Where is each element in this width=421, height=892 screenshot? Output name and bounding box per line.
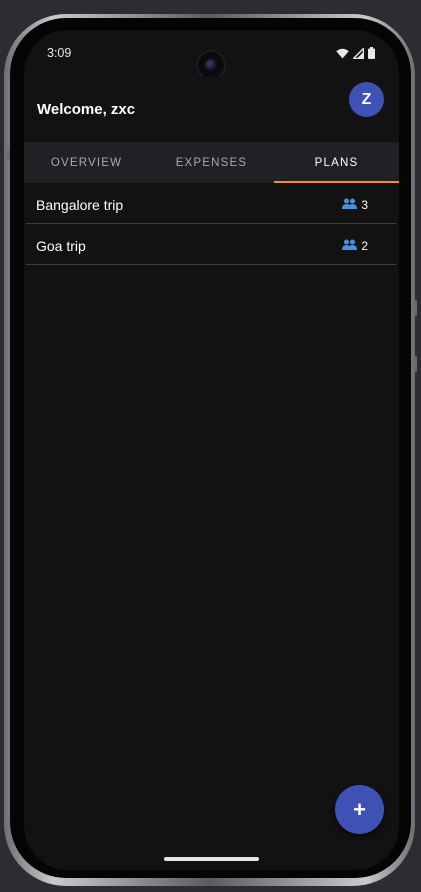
- members-count: 3: [361, 198, 368, 212]
- add-plan-button[interactable]: +: [335, 785, 384, 834]
- tab-label: PLANS: [314, 156, 359, 169]
- battery-icon: [368, 46, 375, 64]
- plan-members: 2: [342, 237, 368, 255]
- plan-members: 3: [342, 196, 368, 214]
- list-item[interactable]: Goa trip 2: [26, 224, 396, 265]
- status-time: 3:09: [47, 46, 72, 60]
- tab-overview[interactable]: OVERVIEW: [24, 142, 149, 183]
- app-screen: 3:09 Welcome, zxc Z OVERVIEW EXPENSES PL…: [24, 30, 399, 870]
- tab-plans[interactable]: PLANS: [274, 142, 399, 183]
- plans-list: Bangalore trip 3 Goa trip 2: [24, 183, 399, 265]
- plan-name: Goa trip: [36, 238, 86, 254]
- status-icons: [336, 46, 375, 64]
- people-icon: [342, 237, 358, 255]
- avatar[interactable]: Z: [349, 82, 384, 117]
- side-button: [413, 356, 417, 372]
- app-header: Welcome, zxc Z: [24, 76, 399, 142]
- plan-name: Bangalore trip: [36, 197, 124, 213]
- members-count: 2: [361, 239, 368, 253]
- signal-icon: [351, 46, 365, 64]
- wifi-icon: [336, 46, 349, 64]
- welcome-title: Welcome, zxc: [37, 101, 136, 118]
- tab-bar: OVERVIEW EXPENSES PLANS: [24, 142, 399, 183]
- home-indicator[interactable]: [164, 857, 259, 861]
- list-item[interactable]: Bangalore trip 3: [26, 183, 396, 224]
- tab-expenses[interactable]: EXPENSES: [149, 142, 274, 183]
- status-bar: 3:09: [24, 30, 399, 80]
- tab-label: EXPENSES: [175, 156, 248, 169]
- side-button: [6, 150, 10, 160]
- tab-label: OVERVIEW: [50, 156, 123, 169]
- people-icon: [342, 196, 358, 214]
- side-button: [413, 300, 417, 316]
